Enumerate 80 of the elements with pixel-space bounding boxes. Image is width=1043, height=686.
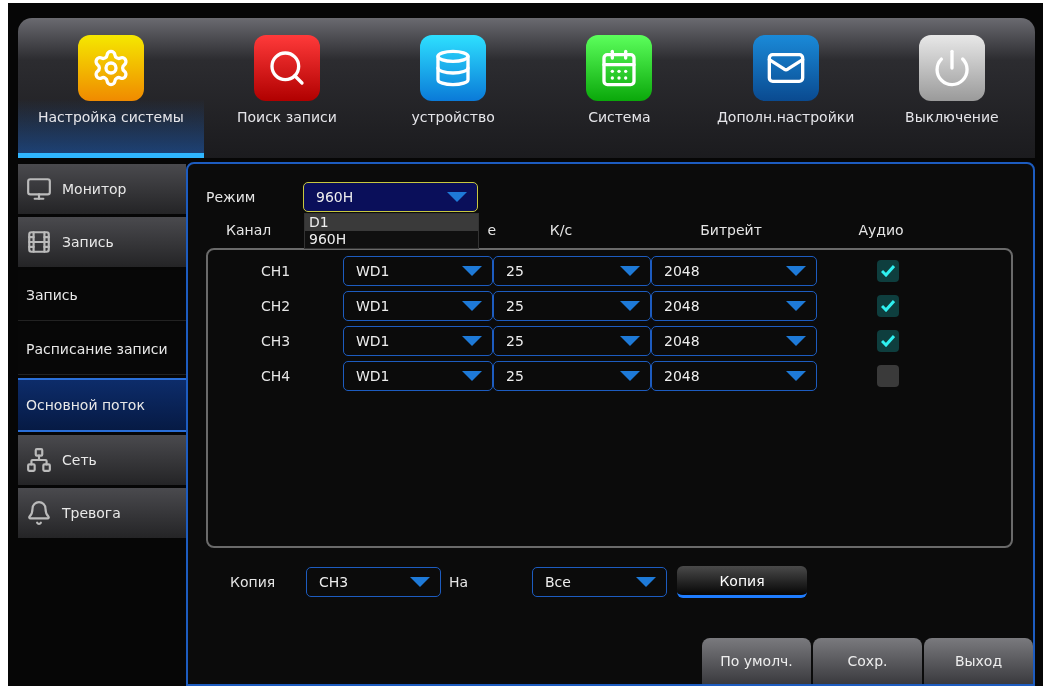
- channel-label: CH4: [259, 368, 292, 384]
- column-header: Аудио: [858, 222, 904, 238]
- check-icon: [881, 300, 895, 312]
- channel-label: CH3: [259, 333, 292, 349]
- audio-checkbox[interactable]: [877, 260, 899, 282]
- menu-tab-label: Настройка системы: [37, 109, 184, 125]
- caret-icon: [462, 301, 482, 311]
- search-icon: [253, 35, 320, 101]
- sidebar-item[interactable]: Монитор: [18, 164, 186, 214]
- caret-icon: [462, 336, 482, 346]
- network-icon: [26, 447, 52, 473]
- mode-label: Режим: [206, 189, 257, 205]
- channel-label: CH1: [259, 263, 292, 279]
- resolution-dropdown[interactable]: WD1: [343, 256, 493, 286]
- caret-icon: [620, 371, 640, 381]
- copy-label: Копия: [230, 574, 277, 590]
- menu-tab[interactable]: устройство: [370, 18, 537, 158]
- resolution-dropdown[interactable]: WD1: [343, 291, 493, 321]
- fps-dropdown[interactable]: 25: [493, 326, 651, 356]
- menu-tab-label: Система: [588, 109, 651, 125]
- sidebar-item[interactable]: Тревога: [18, 488, 186, 538]
- menu-tab[interactable]: Поиск записи: [203, 18, 371, 158]
- channel-label: CH2: [259, 298, 292, 314]
- caret-icon: [636, 577, 656, 587]
- bitrate-dropdown[interactable]: 2048: [651, 361, 817, 391]
- bitrate-dropdown[interactable]: 2048: [651, 326, 817, 356]
- caret-icon: [620, 336, 640, 346]
- sidebar-item[interactable]: Основной поток: [18, 378, 186, 432]
- fps-dropdown[interactable]: 25: [493, 361, 651, 391]
- footer-button[interactable]: Выход: [924, 638, 1033, 684]
- power-icon: [918, 35, 985, 101]
- audio-checkbox[interactable]: [877, 295, 899, 317]
- server-icon: [420, 35, 487, 101]
- caret-icon: [786, 371, 806, 381]
- audio-checkbox[interactable]: [877, 365, 899, 387]
- copy-target-dropdown[interactable]: Все: [532, 567, 667, 597]
- caret-icon: [620, 301, 640, 311]
- caret-icon: [620, 266, 640, 276]
- menu-tab-label: Дополн.настройки: [716, 109, 855, 125]
- film-reel-icon: [26, 229, 52, 255]
- fps-dropdown[interactable]: 25: [493, 256, 651, 286]
- sidebar-item[interactable]: Запись: [18, 217, 186, 267]
- check-icon: [881, 265, 895, 277]
- menu-tab-label: Поиск записи: [236, 109, 337, 125]
- resolution-dropdown[interactable]: WD1: [343, 361, 493, 391]
- fps-dropdown[interactable]: 25: [493, 291, 651, 321]
- menu-tab-label: Выключение: [905, 109, 999, 125]
- menu-tab[interactable]: Дополн.настройки: [702, 18, 869, 158]
- bell-icon: [26, 500, 52, 526]
- caret-icon: [462, 371, 482, 381]
- sidebar-item[interactable]: Сеть: [18, 435, 186, 485]
- audio-checkbox[interactable]: [877, 330, 899, 352]
- mail-icon: [752, 35, 819, 101]
- caret-icon: [786, 266, 806, 276]
- caret-icon: [447, 192, 467, 202]
- menu-tab[interactable]: Выключение: [868, 18, 1035, 158]
- dropdown-option[interactable]: 960H: [305, 231, 478, 248]
- copy-source-dropdown[interactable]: CH3: [306, 567, 441, 597]
- resolution-dropdown[interactable]: WD1: [343, 326, 493, 356]
- copy-button[interactable]: Копия: [677, 566, 807, 598]
- menu-tab[interactable]: Система: [536, 18, 703, 158]
- caret-icon: [786, 301, 806, 311]
- gears-icon: [77, 35, 144, 101]
- caret-icon: [462, 266, 482, 276]
- calendar-icon: [586, 35, 653, 101]
- check-icon: [881, 335, 895, 347]
- monitor-icon: [26, 176, 52, 202]
- column-header: Канал: [226, 222, 272, 238]
- dropdown-option[interactable]: D1: [305, 214, 478, 231]
- bitrate-dropdown[interactable]: 2048: [651, 256, 817, 286]
- caret-icon: [786, 336, 806, 346]
- to-label: На: [449, 574, 470, 590]
- column-header: К/с: [549, 222, 573, 238]
- footer-button[interactable]: По умолч.: [702, 638, 811, 684]
- menu-tab-label: устройство: [411, 109, 495, 125]
- footer-button[interactable]: Сохр.: [813, 638, 922, 684]
- column-header: е: [487, 222, 496, 238]
- column-header: Битрейт: [700, 222, 762, 238]
- bitrate-dropdown[interactable]: 2048: [651, 291, 817, 321]
- caret-icon: [410, 577, 430, 587]
